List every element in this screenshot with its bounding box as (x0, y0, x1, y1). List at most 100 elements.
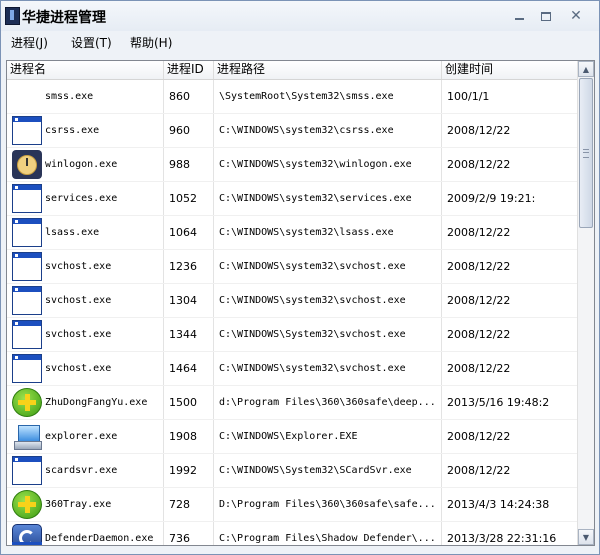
creation-time-cell: 2013/4/3 14:24:38 (447, 498, 550, 511)
scroll-thumb[interactable] (579, 78, 593, 228)
grip-icon (583, 149, 589, 158)
creation-time-cell: 2009/2/9 19:21: (447, 192, 536, 205)
process-name: winlogon.exe (45, 159, 118, 170)
process-name: 360Tray.exe (45, 499, 112, 510)
column-header-pid[interactable]: 进程ID (164, 61, 214, 79)
process-name: ZhuDongFangYu.exe (45, 397, 148, 408)
arrow-up-icon: ▲ (582, 64, 590, 74)
vertical-scrollbar[interactable]: ▲ ▼ (577, 61, 594, 545)
process-name-cell: lsass.exe (7, 216, 164, 249)
window-icon (12, 320, 42, 349)
window-icon (12, 542, 42, 545)
arrow-down-icon: ▼ (582, 532, 590, 542)
scroll-up-button[interactable]: ▲ (578, 61, 594, 77)
process-name-cell: svchost.exe (7, 250, 164, 283)
table-row[interactable]: winlogon.exe 988 C:\WINDOWS\system32\winlo… (7, 148, 577, 182)
list-header: 进程名 进程ID 进程路径 创建时间 (7, 61, 577, 80)
process-list[interactable]: 进程名 进程ID 进程路径 创建时间 smss.exe 860 \SystemRoo… (6, 60, 595, 546)
process-name: csrss.exe (45, 125, 100, 136)
clock-icon (12, 150, 42, 179)
menu-bar: 进程(J) 设置(T) 帮助(H) (1, 31, 599, 53)
process-id-cell: 1344 (164, 318, 214, 351)
process-path-cell: d:\Program Files\360\360safe\deep... (214, 386, 442, 419)
window-icon (12, 456, 42, 485)
window-icon (12, 286, 42, 315)
blank-icon (12, 82, 42, 111)
process-path-cell: C:\WINDOWS\system32\csrss.exe (214, 114, 442, 147)
creation-time-cell: 2008/12/22 (447, 124, 511, 137)
process-id-cell: 1052 (164, 182, 214, 215)
menu-process[interactable]: 进程(J) (9, 34, 50, 51)
process-path-cell: \SystemRoot\System32\smss.exe (214, 80, 442, 113)
window-title: 华捷进程管理 (22, 10, 106, 26)
table-row[interactable]: explorer.exe 1908 C:\WINDOWS\Explorer.EXE 2… (7, 420, 577, 454)
window-icon (12, 184, 42, 213)
process-id-cell: 860 (164, 80, 214, 113)
close-icon: ✕ (570, 8, 582, 24)
menu-help[interactable]: 帮助(H) (128, 34, 174, 51)
table-row[interactable]: lsass.exe 1064 C:\WINDOWS\system32\lsass.e… (7, 216, 577, 250)
close-button[interactable]: ✕ (564, 6, 588, 26)
table-row[interactable]: 360Tray.exe 728 D:\Program Files\360\360sa… (7, 488, 577, 522)
process-name: scardsvr.exe (45, 465, 118, 476)
process-name-cell: svchost.exe (7, 352, 164, 385)
process-name-cell: explorer.exe (7, 420, 164, 453)
window-icon (12, 116, 42, 145)
column-header-path[interactable]: 进程路径 (214, 61, 442, 79)
scroll-down-button[interactable]: ▼ (578, 529, 594, 545)
table-row[interactable]: svchost.exe 1344 C:\WINDOWS\System32\svcho… (7, 318, 577, 352)
process-id-cell: 728 (164, 488, 214, 521)
table-row[interactable]: smss.exe 860 \SystemRoot\System32\smss.exe… (7, 80, 577, 114)
process-name: services.exe (45, 193, 118, 204)
creation-time-cell: 100/1/1 (447, 90, 490, 103)
table-row[interactable]: ZhuDongFangYu.exe 1500 d:\Program Files\36… (7, 386, 577, 420)
process-path-cell: C:\WINDOWS\system32\svchost.exe (214, 352, 442, 385)
creation-time-cell: 2008/12/22 (447, 226, 511, 239)
explorer-icon (12, 422, 42, 451)
process-path-cell: D:\Program Files\360\360safe\safe... (214, 488, 442, 521)
process-id-cell: 1236 (164, 250, 214, 283)
process-name-cell: winlogon.exe (7, 148, 164, 181)
process-path-cell: C:\WINDOWS\system32\winlogon.exe (214, 148, 442, 181)
creation-time-cell: 2013/5/16 19:48:2 (447, 396, 550, 409)
partial-row (7, 542, 577, 545)
column-header-time[interactable]: 创建时间 (442, 61, 577, 79)
process-name: svchost.exe (45, 363, 112, 374)
list-rows: smss.exe 860 \SystemRoot\System32\smss.exe… (7, 80, 577, 545)
menu-settings[interactable]: 设置(T) (69, 34, 114, 51)
process-name-cell: ZhuDongFangYu.exe (7, 386, 164, 419)
process-name-cell: svchost.exe (7, 318, 164, 351)
creation-time-cell: 2008/12/22 (447, 464, 511, 477)
creation-time-cell: 2008/12/22 (447, 260, 511, 273)
table-row[interactable]: svchost.exe 1236 C:\WINDOWS\system32\svcho… (7, 250, 577, 284)
process-name-cell: csrss.exe (7, 114, 164, 147)
process-manager-window: 华捷进程管理 ✕ 进程(J) 设置(T) 帮助(H) 进程名 进程ID 进程路径… (0, 0, 600, 555)
minimize-button[interactable] (507, 6, 531, 26)
table-row[interactable]: svchost.exe 1304 C:\WINDOWS\system32\svcho… (7, 284, 577, 318)
process-id-cell: 1304 (164, 284, 214, 317)
process-path-cell: C:\WINDOWS\Explorer.EXE (214, 420, 442, 453)
creation-time-cell: 2008/12/22 (447, 362, 511, 375)
maximize-button[interactable] (534, 6, 558, 26)
table-row[interactable]: services.exe 1052 C:\WINDOWS\system32\serv… (7, 182, 577, 216)
process-name-cell: scardsvr.exe (7, 454, 164, 487)
table-row[interactable]: csrss.exe 960 C:\WINDOWS\system32\csrss.ex… (7, 114, 577, 148)
process-path-cell: C:\WINDOWS\system32\svchost.exe (214, 284, 442, 317)
title-bar[interactable]: 华捷进程管理 ✕ (1, 1, 599, 31)
process-id-cell: 988 (164, 148, 214, 181)
process-name: explorer.exe (45, 431, 118, 442)
window-icon (12, 218, 42, 247)
process-id-cell: 1908 (164, 420, 214, 453)
process-name-cell: 360Tray.exe (7, 488, 164, 521)
table-row[interactable]: svchost.exe 1464 C:\WINDOWS\system32\svcho… (7, 352, 577, 386)
process-name-cell: svchost.exe (7, 284, 164, 317)
creation-time-cell: 2008/12/22 (447, 158, 511, 171)
process-id-cell: 1500 (164, 386, 214, 419)
process-id-cell: 1992 (164, 454, 214, 487)
process-path-cell: C:\WINDOWS\system32\lsass.exe (214, 216, 442, 249)
process-id-cell: 1064 (164, 216, 214, 249)
creation-time-cell: 2008/12/22 (447, 328, 511, 341)
table-row[interactable]: scardsvr.exe 1992 C:\WINDOWS\System32\SCar… (7, 454, 577, 488)
column-header-name[interactable]: 进程名 (7, 61, 164, 79)
app-icon (5, 7, 20, 25)
